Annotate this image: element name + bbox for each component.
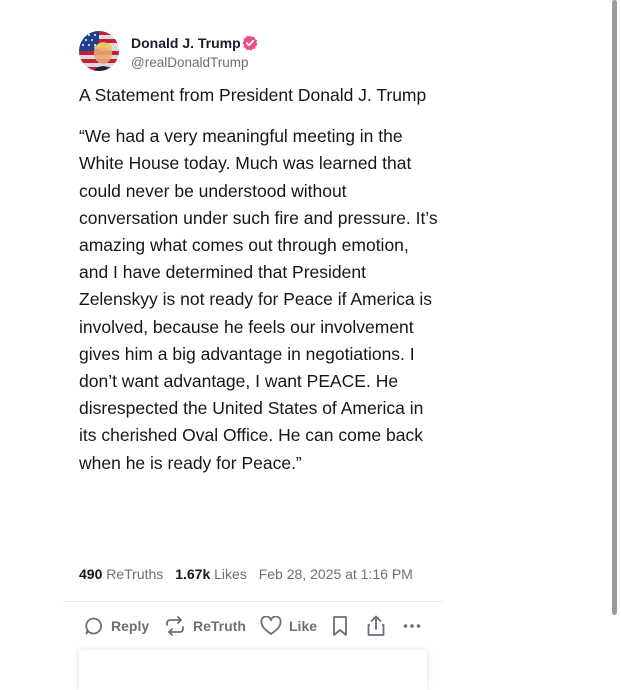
- verified-badge-icon: [242, 35, 258, 51]
- reply-label: Reply: [111, 618, 150, 634]
- retruths-count[interactable]: 490: [79, 566, 102, 582]
- retruths-label[interactable]: ReTruths: [106, 566, 163, 582]
- more-horizontal-icon: [403, 624, 421, 628]
- author-display-name[interactable]: Donald J. Trump: [131, 35, 241, 51]
- divider: [63, 601, 443, 602]
- bookmark-button[interactable]: [332, 614, 348, 638]
- share-button[interactable]: [366, 614, 386, 638]
- post-body: A Statement from President Donald J. Tru…: [79, 82, 439, 477]
- reply-icon: [85, 617, 102, 635]
- likes-label[interactable]: Likes: [214, 566, 247, 582]
- likes-count[interactable]: 1.67k: [175, 566, 210, 582]
- post-actions: Reply ReTruth Like: [84, 614, 444, 638]
- share-icon: [367, 615, 385, 636]
- retruth-icon: [166, 616, 184, 636]
- avatar[interactable]: [79, 31, 119, 71]
- post-content: “We had a very meaningful meeting in the…: [79, 126, 438, 473]
- like-button[interactable]: Like: [260, 614, 317, 638]
- retruth-button[interactable]: ReTruth: [164, 614, 246, 638]
- next-post-card[interactable]: [79, 650, 427, 690]
- more-options-button[interactable]: [402, 614, 422, 638]
- retruth-label: ReTruth: [193, 618, 246, 634]
- scrollbar[interactable]: [612, 0, 617, 615]
- bookmark-icon: [333, 616, 347, 636]
- heart-icon: [260, 616, 282, 635]
- post-title: A Statement from President Donald J. Tru…: [79, 85, 427, 105]
- post-header: Donald J. Trump @realDonaldTrump: [79, 31, 379, 73]
- author-handle[interactable]: @realDonaldTrump: [131, 55, 249, 70]
- flag-portrait-avatar-icon: [79, 31, 119, 71]
- reply-button[interactable]: Reply: [84, 614, 149, 638]
- post-stats: 490 ReTruths 1.67k Likes Feb 28, 2025 at…: [79, 566, 413, 582]
- post-timestamp[interactable]: Feb 28, 2025 at 1:16 PM: [259, 566, 413, 582]
- like-label: Like: [289, 618, 318, 634]
